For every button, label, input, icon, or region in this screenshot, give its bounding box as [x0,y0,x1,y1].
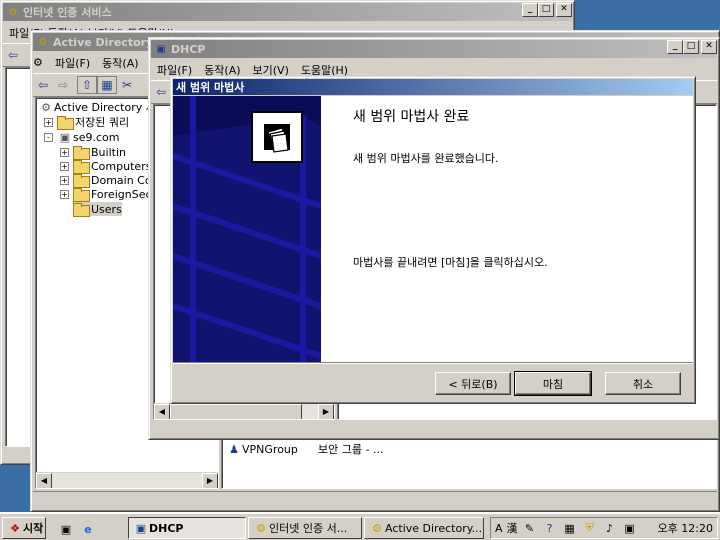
minimize-button[interactable]: _ [667,40,683,54]
ime-mode-a[interactable]: A [495,522,503,535]
maximize-button[interactable]: □ [538,3,554,17]
security-shield-icon[interactable]: ⛨ [582,520,598,536]
ime-mode-hanja[interactable]: 漢 [507,520,518,536]
windows-logo-icon: ❖ [10,521,20,535]
ad-tree-hscroll[interactable]: ◀ ▶ [36,472,218,488]
tree-item-domain[interactable]: - ▣ se9.com [44,130,120,144]
start-button[interactable]: ❖ 시작 [2,517,46,539]
dhcp-tree-hscroll[interactable]: ◀ ▶ [154,403,334,419]
forward-arrow-icon[interactable]: ⇨ [53,76,73,94]
expand-icon[interactable]: + [60,147,69,157]
ad-menu-icon: ⚙ [33,56,43,69]
ad-task-icon: ⚙ [372,521,382,535]
back-arrow-icon[interactable]: ⇦ [33,76,53,94]
show-tree-icon[interactable]: ▦ [97,76,117,94]
expand-icon[interactable]: + [44,117,53,127]
folder-icon [73,174,90,188]
wizard-banner [173,96,321,362]
ad-menu-action[interactable]: 동작(A) [96,55,144,71]
wizard-line2: 마법사를 끝내려면 [마침]을 클릭하십시오. [353,256,548,269]
folder-open-icon [73,203,90,217]
expand-icon[interactable]: + [60,161,69,171]
folders-icon [251,111,303,163]
up-folder-icon[interactable]: ⇧ [77,76,97,94]
ias-task-icon: ⚙ [256,521,266,535]
ime-tools-icon[interactable]: ✎ [522,520,538,536]
tree-item-users[interactable]: Users [73,202,122,217]
help-icon[interactable]: ? [542,520,558,536]
folder-icon [73,146,90,160]
clock[interactable]: 오후 12:20 [658,520,713,536]
ie-icon[interactable]: e [80,521,96,537]
ias-titlebar[interactable]: ⚙ 인터넷 인증 서비스 [3,3,572,21]
dhcp-title: DHCP [171,42,206,56]
folder-icon [73,188,90,202]
scroll-right-button[interactable]: ▶ [318,404,334,419]
task-ad[interactable]: ⚙ Active Directory... [364,517,484,539]
dhcp-app-icon: ▣ [156,43,166,55]
cancel-button[interactable]: 취소 [605,372,681,395]
display-icon[interactable]: ▣ [622,520,638,536]
system-tray: A 漢 ✎ ? ▦ ⛨ ♪ ▣ 오후 12:20 [490,517,718,539]
group-icon: ♟ [229,442,239,456]
task-ias[interactable]: ⚙ 인터넷 인증 서... [248,517,362,539]
wizard-line1: 새 범위 마법사를 완료했습니다. [353,152,499,165]
wizard-dialog[interactable]: 새 범위 마법사 새 범위 마법사 완료 새 범위 마법사를 완료했습니다. 마… [170,76,696,404]
ias-app-icon: ⚙ [8,6,18,18]
dhcp-task-icon: ▣ [135,521,147,535]
minimize-button[interactable]: _ [522,3,538,17]
dhcp-titlebar[interactable]: ▣ DHCP [151,40,717,58]
list-item[interactable]: ♟ VPNGroup 보안 그룹 - ... [226,442,383,457]
ad-root-icon: ⚙ [41,100,51,114]
finish-button[interactable]: 마침 [514,371,592,396]
expand-icon[interactable]: + [60,189,69,199]
ias-title: 인터넷 인증 서비스 [23,6,112,19]
tree-item-builtin[interactable]: + Builtin [60,145,126,160]
scroll-left-button[interactable]: ◀ [36,473,52,488]
maximize-button[interactable]: □ [683,40,699,54]
ad-app-icon: ⚙ [38,36,48,48]
back-button[interactable]: < 뒤로(B) [435,372,511,395]
back-arrow-icon[interactable]: ⇦ [151,83,171,101]
close-button[interactable]: ✕ [701,40,717,54]
wizard-content: 새 범위 마법사 완료 새 범위 마법사를 완료했습니다. 마법사를 끝내려면 … [321,96,693,362]
expand-icon[interactable]: + [60,175,69,185]
scroll-thumb[interactable] [170,404,302,419]
tree-item-computers[interactable]: + Computers [60,159,151,174]
domain-icon: ▣ [59,130,71,144]
ad-menu-file[interactable]: 파일(F) [49,55,96,71]
wizard-title: 새 범위 마법사 [176,81,245,94]
network-icon[interactable]: ▦ [562,520,578,536]
speaker-icon[interactable]: ♪ [602,520,618,536]
scroll-left-button[interactable]: ◀ [154,404,170,419]
taskbar: ❖ 시작 ▣ e ▣ DHCP ⚙ 인터넷 인증 서... ⚙ Active D… [0,512,720,540]
task-dhcp[interactable]: ▣ DHCP [128,517,246,539]
back-arrow-icon[interactable]: ⇦ [3,46,23,64]
scroll-right-button[interactable]: ▶ [202,473,218,488]
ad-statusbar [33,491,717,509]
folder-icon [73,160,90,174]
close-button[interactable]: ✕ [556,3,572,17]
folder-icon [57,116,74,130]
tree-item-saved-queries[interactable]: + 저장된 쿼리 [44,115,129,130]
wizard-divider [173,362,693,364]
show-desktop-icon[interactable]: ▣ [58,521,74,537]
cut-icon[interactable]: ✂ [117,76,137,94]
collapse-icon[interactable]: - [44,132,53,142]
wizard-heading: 새 범위 마법사 완료 [353,109,470,125]
wizard-titlebar[interactable]: 새 범위 마법사 [173,79,693,95]
